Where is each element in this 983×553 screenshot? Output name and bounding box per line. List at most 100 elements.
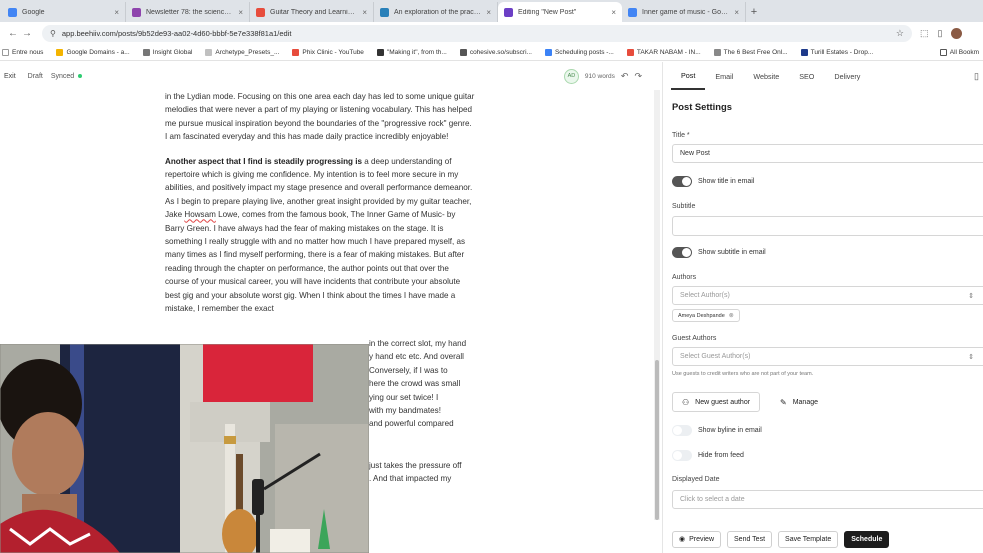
guest-authors-select[interactable]: Select Guest Author(s) ⇕ <box>672 347 983 366</box>
bookmark-label: "Making it", from th... <box>386 48 447 56</box>
article-visible-fragments: in the correct slot, my hand y hand etc e… <box>369 337 479 431</box>
collaborator-avatar[interactable]: AD <box>563 68 579 84</box>
collapse-panel-icon[interactable]: ▯ <box>974 71 979 82</box>
bookmark-item[interactable]: TAKAR NABAM - IN... <box>626 48 701 56</box>
browser-tab[interactable]: An exploration of the practice - ...× <box>374 2 498 22</box>
bookmark-label: cohesive.so/subscri... <box>469 48 532 56</box>
authors-placeholder: Select Author(s) <box>680 292 730 299</box>
bookmark-item[interactable]: The 6 Best Free Onl... <box>713 48 788 56</box>
new-guest-author-button[interactable]: ⚇ New guest author <box>672 392 761 412</box>
subtitle-input[interactable] <box>672 216 983 236</box>
close-tab-icon[interactable]: × <box>362 8 367 17</box>
settings-tabs: Post Email Website SEO Delivery ▯ <box>663 62 983 90</box>
preview-button[interactable]: ◉ Preview <box>672 530 722 548</box>
hide-feed-toggle-row[interactable]: Hide from feed <box>672 450 744 461</box>
url-text[interactable]: app.beehiiv.com/posts/9b52de93-aa02-4d60… <box>62 29 896 38</box>
show-title-toggle[interactable] <box>672 176 692 187</box>
new-tab-button[interactable]: + <box>746 2 762 22</box>
profile-avatar[interactable] <box>951 27 963 39</box>
show-byline-toggle[interactable] <box>672 425 692 436</box>
close-tab-icon[interactable]: × <box>734 8 739 17</box>
browser-tab[interactable]: Inner game of music - Google S... × <box>622 2 746 22</box>
bookmark-favicon-icon <box>376 48 384 56</box>
bookmark-item[interactable]: "Making it", from th... <box>376 48 447 56</box>
forward-icon[interactable]: → <box>20 28 34 39</box>
bookmark-star-icon[interactable]: ☆ <box>896 28 904 39</box>
bookmark-item[interactable]: Archetype_Presets_... <box>205 48 279 56</box>
paragraph-progress[interactable]: Another aspect that I find is steadily p… <box>165 155 475 316</box>
exit-button[interactable]: Exit <box>4 73 16 80</box>
bookmark-item[interactable]: Scheduling posts -... <box>544 48 614 56</box>
save-template-button[interactable]: Save Template <box>778 530 839 548</box>
show-subtitle-toggle[interactable] <box>672 247 692 258</box>
hide-feed-label: Hide from feed <box>698 452 744 459</box>
site-info-icon[interactable]: ⚲ <box>50 29 56 38</box>
close-tab-icon[interactable]: × <box>486 8 491 17</box>
sync-label: Synced <box>50 72 75 80</box>
browser-tab[interactable]: Newsletter 78: the science behind... × <box>126 2 250 22</box>
browser-tab[interactable]: Google × <box>2 2 126 22</box>
all-bookmarks-label: All Bookm <box>949 48 979 56</box>
tab-delivery[interactable]: Delivery <box>824 62 870 90</box>
browser-tab[interactable]: Editing "New Post" × <box>498 2 622 22</box>
tab-title: Inner game of music - Google S... <box>642 8 730 16</box>
undo-icon[interactable]: ↶ <box>621 71 629 82</box>
sidepanel-icon[interactable]: ▯ <box>938 28 943 39</box>
show-title-toggle-row[interactable]: Show title in email <box>672 176 754 187</box>
article-line-fragment: just takes the pressure off <box>369 461 462 470</box>
bookmark-favicon-icon <box>459 48 467 56</box>
close-tab-icon[interactable]: × <box>611 8 616 17</box>
bookmark-label: Scheduling posts -... <box>554 48 614 56</box>
title-input[interactable]: New Post <box>672 144 983 163</box>
article-line-fragment: ying our set twice! I <box>369 392 439 402</box>
new-guest-label: New guest author <box>695 398 751 406</box>
bookmark-item[interactable]: cohesive.so/subscri... <box>459 48 532 56</box>
bookmark-item[interactable]: Google Domains - a... <box>56 48 130 56</box>
authors-select[interactable]: Select Author(s) ⇕ <box>672 286 983 305</box>
show-byline-toggle-row[interactable]: Show byline in email <box>672 425 762 436</box>
tab-website[interactable]: Website <box>743 62 789 90</box>
bookmark-item[interactable]: Phix Clinic - YouTube <box>292 48 364 56</box>
bookmark-label: Entre nous <box>12 48 44 56</box>
misspelled-name: Howsam <box>184 210 216 220</box>
redo-icon[interactable]: ↷ <box>634 71 642 82</box>
manage-button[interactable]: ✎ Manage <box>771 392 827 412</box>
tab-favicon-icon <box>380 7 389 17</box>
hide-feed-toggle[interactable] <box>672 450 692 461</box>
bookmark-label: Phix Clinic - YouTube <box>302 48 364 56</box>
show-subtitle-toggle-row[interactable]: Show subtitle in email <box>672 247 766 258</box>
bookmark-item[interactable]: Entre nous <box>2 48 44 56</box>
date-picker[interactable]: Click to select a date <box>672 490 983 509</box>
close-tab-icon[interactable]: × <box>238 8 243 17</box>
tab-seo[interactable]: SEO <box>789 62 824 90</box>
bookmark-favicon-icon <box>56 48 64 56</box>
paragraph-lydian[interactable]: in the Lydian mode. Focusing on this one… <box>165 90 475 144</box>
author-chip[interactable]: Ameya Deshpande ⊗ <box>672 309 740 322</box>
post-actions-bar: ◉ Preview Send Test Save Template Schedul… <box>663 525 983 553</box>
bookmark-item[interactable]: Insight Global <box>142 48 193 56</box>
post-body-editor[interactable]: in the Lydian mode. Focusing on this one… <box>165 90 475 327</box>
url-omnibox[interactable]: ⚲ app.beehiiv.com/posts/9b52de93-aa02-4d… <box>42 24 912 42</box>
send-test-button[interactable]: Send Test <box>727 530 773 548</box>
all-bookmarks-folder[interactable]: All Bookm <box>939 48 979 56</box>
browser-tab[interactable]: Guitar Theory and Learnings × <box>250 2 374 22</box>
bookmark-favicon-icon <box>800 48 808 56</box>
bookmark-label: Insight Global <box>152 48 193 56</box>
add-user-icon: ⚇ <box>682 397 690 407</box>
editor-scrollbar-thumb[interactable] <box>655 360 659 520</box>
close-tab-icon[interactable]: × <box>114 8 119 17</box>
bookmark-item[interactable]: Turill Estates - Drop... <box>800 48 873 56</box>
back-icon[interactable]: ← <box>6 28 20 39</box>
remove-author-icon[interactable]: ⊗ <box>729 312 734 319</box>
panel-heading: Post Settings <box>672 101 732 112</box>
editor-scrollbar[interactable] <box>654 90 660 520</box>
title-label: Title * <box>672 132 690 139</box>
guest-placeholder: Select Guest Author(s) <box>680 353 751 360</box>
tab-post[interactable]: Post <box>671 62 706 90</box>
manage-label: Manage <box>792 398 818 406</box>
bookmark-favicon-icon <box>713 48 721 56</box>
schedule-button[interactable]: Schedule <box>844 530 890 548</box>
show-subtitle-label: Show subtitle in email <box>698 249 766 256</box>
tab-email[interactable]: Email <box>705 62 743 90</box>
extensions-icon[interactable]: ⬚ <box>920 28 929 39</box>
